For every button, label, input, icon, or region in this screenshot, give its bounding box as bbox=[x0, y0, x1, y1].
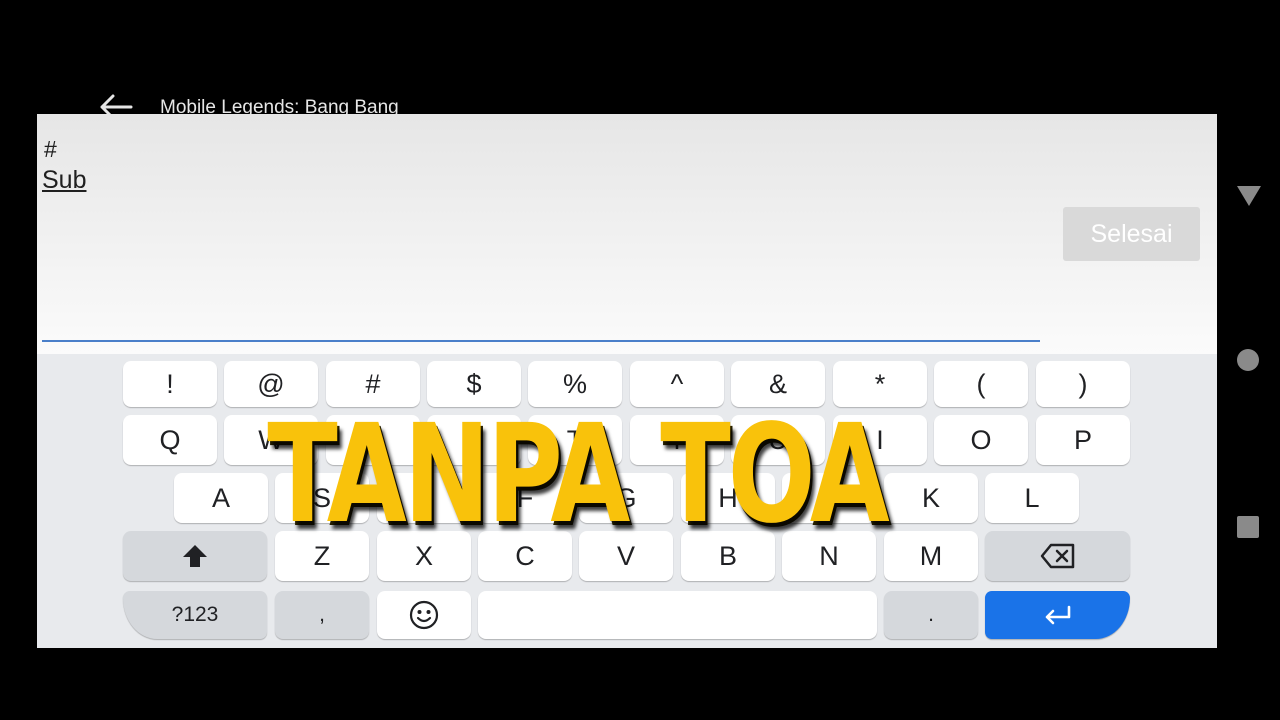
enter-key[interactable] bbox=[985, 591, 1130, 639]
triangle-back-icon[interactable] bbox=[1236, 184, 1262, 208]
key-v[interactable]: V bbox=[579, 531, 673, 581]
key-e[interactable]: E bbox=[326, 415, 420, 465]
space-key[interactable] bbox=[478, 591, 877, 639]
app-bar: Mobile Legends: Bang Bang bbox=[0, 0, 1280, 120]
enter-icon bbox=[1045, 605, 1070, 625]
key-k[interactable]: K bbox=[884, 473, 978, 523]
input-panel: # Sub Selesai ! @ # $ % ^ & * ( ) Q W E … bbox=[37, 114, 1217, 648]
input-text-line-1: # bbox=[44, 136, 57, 162]
shift-key[interactable] bbox=[123, 531, 267, 581]
shift-up-icon bbox=[183, 545, 207, 567]
key-at[interactable]: @ bbox=[224, 361, 318, 407]
key-i[interactable]: I bbox=[833, 415, 927, 465]
emoji-icon bbox=[409, 600, 439, 630]
symbols-key[interactable]: ?123 bbox=[123, 591, 267, 639]
key-t[interactable]: T bbox=[528, 415, 622, 465]
key-caret[interactable]: ^ bbox=[630, 361, 724, 407]
key-f[interactable]: F bbox=[478, 473, 572, 523]
input-underline bbox=[42, 340, 1040, 342]
key-open-paren[interactable]: ( bbox=[934, 361, 1028, 407]
key-c[interactable]: C bbox=[478, 531, 572, 581]
key-w[interactable]: W bbox=[224, 415, 318, 465]
key-ampersand[interactable]: & bbox=[731, 361, 825, 407]
done-button[interactable]: Selesai bbox=[1063, 207, 1200, 261]
comma-key[interactable]: , bbox=[275, 591, 369, 639]
key-d[interactable]: D bbox=[377, 473, 471, 523]
key-exclamation[interactable]: ! bbox=[123, 361, 217, 407]
text-input-area[interactable]: # Sub Selesai bbox=[37, 114, 1217, 354]
key-l[interactable]: L bbox=[985, 473, 1079, 523]
key-r[interactable]: R bbox=[427, 415, 521, 465]
key-m[interactable]: M bbox=[884, 531, 978, 581]
square-recents-icon[interactable] bbox=[1237, 516, 1259, 538]
key-n[interactable]: N bbox=[782, 531, 876, 581]
emoji-key[interactable] bbox=[377, 591, 471, 639]
key-hash[interactable]: # bbox=[326, 361, 420, 407]
period-key[interactable]: . bbox=[884, 591, 978, 639]
key-x[interactable]: X bbox=[377, 531, 471, 581]
key-z[interactable]: Z bbox=[275, 531, 369, 581]
key-h[interactable]: H bbox=[681, 473, 775, 523]
key-asterisk[interactable]: * bbox=[833, 361, 927, 407]
key-percent[interactable]: % bbox=[528, 361, 622, 407]
backspace-key[interactable] bbox=[985, 531, 1130, 581]
key-s[interactable]: S bbox=[275, 473, 369, 523]
key-a[interactable]: A bbox=[174, 473, 268, 523]
key-q[interactable]: Q bbox=[123, 415, 217, 465]
key-close-paren[interactable]: ) bbox=[1036, 361, 1130, 407]
key-g[interactable]: G bbox=[579, 473, 673, 523]
key-o[interactable]: O bbox=[934, 415, 1028, 465]
input-text-line-2: Sub bbox=[42, 166, 87, 194]
key-y[interactable]: Y bbox=[630, 415, 724, 465]
key-dollar[interactable]: $ bbox=[427, 361, 521, 407]
key-b[interactable]: B bbox=[681, 531, 775, 581]
key-p[interactable]: P bbox=[1036, 415, 1130, 465]
key-j[interactable]: J bbox=[782, 473, 876, 523]
circle-home-icon[interactable] bbox=[1236, 348, 1260, 372]
key-u[interactable]: U bbox=[731, 415, 825, 465]
backspace-icon bbox=[1040, 543, 1074, 569]
